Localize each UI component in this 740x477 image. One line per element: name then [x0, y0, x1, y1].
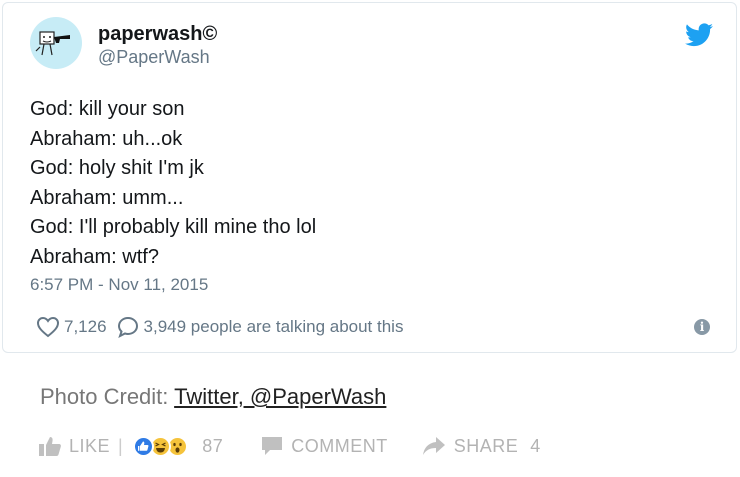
- tweet-line: Abraham: uh...ok: [30, 127, 183, 150]
- share-button[interactable]: SHARE: [454, 436, 519, 457]
- tweet-line: God: I'll probably kill mine tho lol: [30, 216, 317, 238]
- thumbs-up-icon[interactable]: [38, 435, 62, 457]
- timestamp[interactable]: 6:57 PM - Nov 11, 2015: [30, 275, 208, 295]
- tweet-stats: 7,126 3,949 people are talking about thi…: [36, 315, 403, 339]
- share-arrow-icon[interactable]: [422, 436, 446, 456]
- display-name[interactable]: paperwash©: [98, 23, 217, 46]
- tweet-line: Abraham: wtf?: [30, 245, 159, 268]
- tweet-line: God: kill your son: [30, 98, 185, 120]
- reaction-count[interactable]: 87: [202, 436, 223, 457]
- avatar-drawing-icon: [35, 31, 70, 56]
- like-reaction-icon[interactable]: [133, 435, 155, 457]
- tweet-line: God: holy shit I'm jk: [30, 157, 204, 179]
- photo-credit-prefix: Photo Credit:: [40, 384, 169, 409]
- social-actions-bar: LIKE | 87 COMMENT SHARE 4: [38, 433, 541, 459]
- likes-count: 7,126: [64, 317, 107, 336]
- handle[interactable]: @PaperWash: [98, 47, 210, 68]
- talking-about-link[interactable]: 3,949 people are talking about this: [144, 317, 404, 337]
- tweet-text: God: kill your son Abraham: uh...ok God:…: [30, 95, 316, 272]
- tweet-card: paperwash© @PaperWash God: kill your son…: [2, 2, 737, 353]
- info-icon[interactable]: i: [694, 319, 710, 335]
- photo-credit: Photo Credit: Twitter, @PaperWash: [40, 384, 386, 410]
- comment-button[interactable]: COMMENT: [291, 436, 388, 457]
- avatar[interactable]: [30, 17, 82, 69]
- comment-bubble-icon[interactable]: [117, 316, 139, 338]
- heart-icon[interactable]: [36, 316, 60, 338]
- photo-credit-link[interactable]: Twitter, @PaperWash: [174, 384, 386, 409]
- tweet-line: Abraham: umm...: [30, 186, 184, 209]
- divider: |: [118, 435, 124, 456]
- like-button[interactable]: LIKE: [69, 436, 110, 457]
- twitter-bird-icon[interactable]: [685, 23, 713, 47]
- share-count: 4: [530, 435, 541, 456]
- comment-icon[interactable]: [261, 436, 283, 456]
